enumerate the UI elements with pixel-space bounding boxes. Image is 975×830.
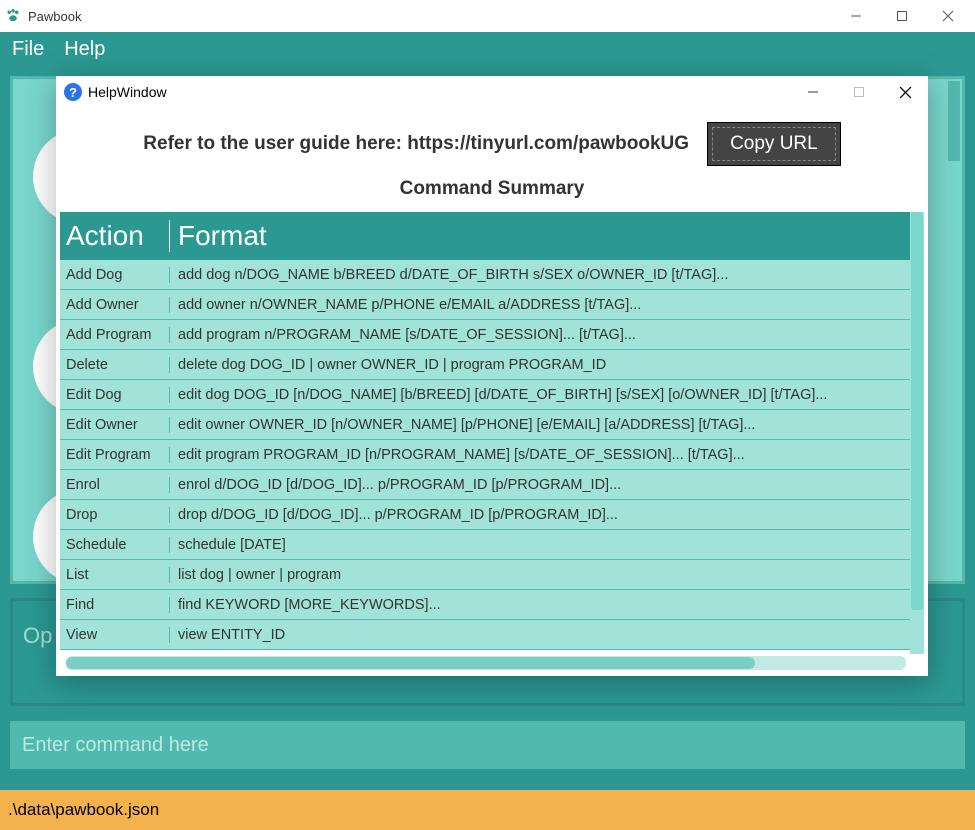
menu-file[interactable]: File	[12, 38, 44, 61]
cell-action: View	[60, 627, 170, 643]
command-input[interactable]	[10, 721, 965, 769]
table-row[interactable]: Scheduleschedule [DATE]	[60, 530, 924, 560]
help-window: ? HelpWindow Refer to the user guide her…	[56, 76, 928, 676]
cell-format: add dog n/DOG_NAME b/BREED d/DATE_OF_BIR…	[170, 267, 924, 283]
refer-text: Refer to the user guide here: https://ti…	[143, 133, 689, 155]
cell-format: find KEYWORD [MORE_KEYWORDS]...	[170, 597, 924, 613]
list-scrollbar-thumb[interactable]	[948, 81, 960, 161]
help-question-icon: ?	[64, 83, 82, 101]
copy-url-button[interactable]: Copy URL	[707, 122, 841, 166]
statusbar-path: .\data\pawbook.json	[8, 800, 159, 820]
table-header-row: Action Format	[60, 212, 924, 260]
cell-format: edit dog DOG_ID [n/DOG_NAME] [b/BREED] […	[170, 387, 924, 403]
table-row[interactable]: Enrolenrol d/DOG_ID [d/DOG_ID]... p/PROG…	[60, 470, 924, 500]
cell-format: edit owner OWNER_ID [n/OWNER_NAME] [p/PH…	[170, 417, 924, 433]
paw-icon	[4, 7, 22, 25]
cell-format: edit program PROGRAM_ID [n/PROGRAM_NAME]…	[170, 447, 924, 463]
cell-format: delete dog DOG_ID | owner OWNER_ID | pro…	[170, 357, 924, 373]
table-row[interactable]: Edit Owneredit owner OWNER_ID [n/OWNER_N…	[60, 410, 924, 440]
command-summary-title: Command Summary	[70, 178, 914, 206]
app-title: Pawbook	[28, 9, 81, 24]
main-close-button[interactable]	[925, 0, 971, 32]
cell-action: Add Owner	[60, 297, 170, 313]
cell-format: add program n/PROGRAM_NAME [s/DATE_OF_SE…	[170, 327, 924, 343]
table-row[interactable]: Listlist dog | owner | program	[60, 560, 924, 590]
main-titlebar: Pawbook	[0, 0, 975, 32]
menubar: File Help	[0, 32, 975, 66]
help-window-title: HelpWindow	[88, 84, 167, 100]
cell-action: Find	[60, 597, 170, 613]
cell-format: list dog | owner | program	[170, 567, 924, 583]
cell-format: enrol d/DOG_ID [d/DOG_ID]... p/PROGRAM_I…	[170, 477, 924, 493]
output-panel-label: Op	[23, 623, 52, 648]
table-row[interactable]: Edit Programedit program PROGRAM_ID [n/P…	[60, 440, 924, 470]
command-input-wrap	[10, 721, 965, 769]
cell-format: schedule [DATE]	[170, 537, 924, 553]
cell-action: Delete	[60, 357, 170, 373]
table-horizontal-scrollbar[interactable]	[66, 656, 906, 670]
table-row[interactable]: Edit Dogedit dog DOG_ID [n/DOG_NAME] [b/…	[60, 380, 924, 410]
main-maximize-button[interactable]	[879, 0, 925, 32]
cell-action: Edit Dog	[60, 387, 170, 403]
cell-action: Edit Owner	[60, 417, 170, 433]
table-row[interactable]: Viewview ENTITY_ID	[60, 620, 924, 650]
cell-action: Edit Program	[60, 447, 170, 463]
help-titlebar: ? HelpWindow	[56, 76, 928, 108]
command-table-wrap: Action Format Add Dogadd dog n/DOG_NAME …	[60, 212, 924, 672]
command-table: Action Format Add Dogadd dog n/DOG_NAME …	[60, 212, 924, 672]
cell-action: Schedule	[60, 537, 170, 553]
cell-format: add owner n/OWNER_NAME p/PHONE e/EMAIL a…	[170, 297, 924, 313]
table-vertical-scrollbar[interactable]	[910, 212, 924, 654]
header-format: Format	[170, 220, 924, 252]
help-maximize-button	[836, 76, 882, 108]
cell-format: drop d/DOG_ID [d/DOG_ID]... p/PROGRAM_ID…	[170, 507, 924, 523]
header-action: Action	[60, 220, 170, 252]
table-horizontal-scrollbar-thumb[interactable]	[66, 657, 755, 669]
table-row[interactable]: Deletedelete dog DOG_ID | owner OWNER_ID…	[60, 350, 924, 380]
table-body: Add Dogadd dog n/DOG_NAME b/BREED d/DATE…	[60, 260, 924, 672]
cell-action: Enrol	[60, 477, 170, 493]
help-close-button[interactable]	[882, 76, 928, 108]
cell-action: Add Program	[60, 327, 170, 343]
list-scrollbar[interactable]	[948, 81, 960, 581]
cell-action: List	[60, 567, 170, 583]
help-minimize-button[interactable]	[790, 76, 836, 108]
table-row[interactable]: Add Dogadd dog n/DOG_NAME b/BREED d/DATE…	[60, 260, 924, 290]
help-content: Refer to the user guide here: https://ti…	[56, 108, 928, 212]
table-row[interactable]: Add Owneradd owner n/OWNER_NAME p/PHONE …	[60, 290, 924, 320]
cell-action: Drop	[60, 507, 170, 523]
table-vertical-scrollbar-thumb[interactable]	[911, 212, 923, 610]
table-row[interactable]: Dropdrop d/DOG_ID [d/DOG_ID]... p/PROGRA…	[60, 500, 924, 530]
cell-action: Add Dog	[60, 267, 170, 283]
statusbar: .\data\pawbook.json	[0, 790, 975, 830]
menu-help[interactable]: Help	[64, 38, 105, 61]
table-row[interactable]: Findfind KEYWORD [MORE_KEYWORDS]...	[60, 590, 924, 620]
table-row[interactable]: Add Programadd program n/PROGRAM_NAME [s…	[60, 320, 924, 350]
cell-format: view ENTITY_ID	[170, 627, 924, 643]
main-minimize-button[interactable]	[833, 0, 879, 32]
